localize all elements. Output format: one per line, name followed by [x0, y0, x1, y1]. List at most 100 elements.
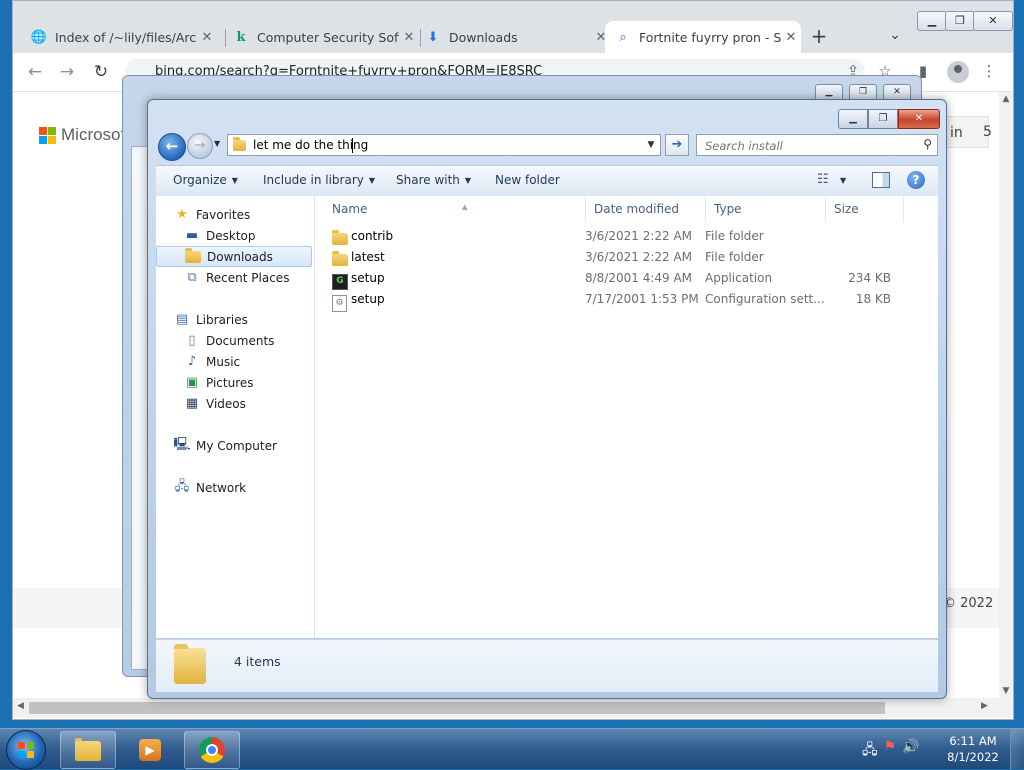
file-type: File folder	[705, 229, 764, 243]
magnifier-icon[interactable]: ⚲	[923, 137, 932, 151]
close-window-button[interactable]: ✕	[973, 11, 1013, 31]
minimize-button[interactable]: ▁	[917, 11, 947, 31]
scroll-thumb[interactable]	[29, 702, 885, 714]
file-size: 18 KB	[855, 292, 891, 306]
star-icon: ★	[176, 207, 188, 222]
column-header-date[interactable]: Date modified	[586, 196, 706, 222]
scroll-down-arrow-icon[interactable]: ▼	[999, 686, 1013, 696]
tab-computer-security[interactable]: k Computer Security Softw ✕	[223, 21, 419, 53]
file-type: File folder	[705, 250, 764, 264]
nav-label: Desktop	[206, 228, 256, 243]
reload-icon[interactable]: ↻	[89, 60, 113, 84]
search-input[interactable]	[703, 136, 907, 156]
search-box[interactable]: ⚲	[696, 134, 938, 156]
scroll-right-arrow-icon[interactable]: ▶	[981, 701, 988, 711]
microsoft-logo[interactable]: Microsoft	[39, 125, 130, 145]
minimize-button[interactable]: ▁	[838, 109, 868, 129]
file-row[interactable]: G setup 8/8/2001 4:49 AM Application 234…	[315, 268, 935, 290]
help-icon[interactable]: ?	[907, 171, 925, 189]
file-date: 7/17/2001 1:53 PM	[585, 292, 699, 306]
file-row[interactable]: latest 3/6/2021 2:22 AM File folder	[315, 247, 935, 268]
restore-button[interactable]: ❐	[868, 109, 898, 129]
tab-label: Index of /~lily/files/Arch	[55, 29, 197, 45]
file-name: setup	[351, 271, 385, 285]
new-tab-button[interactable]: +	[807, 25, 831, 49]
view-options-icon[interactable]: ☷	[817, 172, 833, 188]
taskbar-chrome-button[interactable]	[184, 731, 240, 769]
taskbar: ▶ 🖧 ⚑ 🔊 6:11 AM 8/1/2022	[0, 728, 1024, 770]
go-arrow-button[interactable]: ➔	[665, 134, 689, 156]
scroll-up-arrow-icon[interactable]: ▲	[999, 94, 1013, 104]
clock[interactable]: 6:11 AM 8/1/2022	[942, 733, 1004, 765]
libraries-icon: ▤	[175, 312, 189, 327]
network-icon: 🖧	[174, 478, 190, 494]
taskbar-media-player-button[interactable]: ▶	[122, 731, 178, 769]
chevron-down-icon[interactable]: ▼	[840, 176, 846, 185]
search-icon: ⌕	[619, 29, 627, 45]
windows-logo-icon	[18, 742, 34, 758]
network-status-icon[interactable]: 🖧	[862, 739, 878, 763]
scroll-left-arrow-icon[interactable]: ◀	[17, 701, 24, 711]
desktop-icon: ▬	[185, 228, 199, 243]
nav-label: Documents	[206, 333, 275, 348]
nav-libraries[interactable]: ▤ Libraries	[174, 309, 330, 330]
organize-button[interactable]: Organize ▼	[173, 173, 238, 187]
sort-arrow-icon: ▲	[462, 203, 468, 211]
back-arrow-icon[interactable]: ←	[23, 60, 47, 84]
address-text: let me do the thing	[253, 138, 369, 152]
close-window-button[interactable]: ✕	[898, 109, 940, 129]
share-with-button[interactable]: Share with ▼	[396, 173, 471, 187]
nav-downloads[interactable]: Downloads	[156, 246, 312, 267]
address-dropdown-icon[interactable]: ▼	[642, 135, 660, 155]
address-bar[interactable]: let me do the thing ▼	[227, 134, 661, 156]
nav-network[interactable]: 🖧 Network	[174, 477, 330, 498]
tab-index-lily[interactable]: 🌐 Index of /~lily/files/Arch ✕	[21, 21, 217, 53]
column-header-size[interactable]: Size	[826, 196, 904, 222]
organize-label: Organize	[173, 173, 227, 187]
forward-arrow-icon[interactable]: →	[187, 133, 213, 159]
column-label: Date modified	[594, 202, 680, 216]
close-icon[interactable]: ✕	[197, 30, 217, 45]
recent-locations-chevron-icon[interactable]: ▼	[214, 139, 220, 148]
horizontal-scrollbar[interactable]: ◀ ▶	[13, 698, 1013, 718]
rewards-count[interactable]: 5	[983, 124, 992, 140]
explorer-body: ★ Favorites ▬ Desktop Downloads ⧉ Recent…	[156, 196, 938, 638]
restore-button[interactable]: ❐	[945, 11, 975, 31]
nav-label: Videos	[206, 396, 246, 411]
folder-icon	[332, 250, 348, 266]
tab-bing-search[interactable]: ⌕ Fortnite fuyrry pron - S ✕	[605, 21, 801, 53]
new-folder-button[interactable]: New folder	[495, 173, 560, 187]
action-center-flag-icon[interactable]: ⚑	[884, 739, 897, 763]
kebab-menu-icon[interactable]: ⋮	[979, 62, 999, 82]
globe-icon: 🌐	[30, 29, 48, 45]
nav-my-computer[interactable]: 🖳 My Computer	[173, 435, 330, 456]
column-header-name[interactable]: Name ▲	[324, 196, 586, 222]
back-arrow-icon[interactable]: ←	[158, 133, 186, 161]
tab-downloads[interactable]: ⬇ Downloads ✕	[415, 21, 611, 53]
file-type: Application	[705, 271, 773, 285]
tab-search-chevron-icon[interactable]: ⌄	[885, 27, 905, 47]
music-icon: ♪	[187, 354, 197, 369]
file-date: 3/6/2021 2:22 AM	[585, 250, 693, 264]
file-row[interactable]: ⚙ setup 7/17/2001 1:53 PM Configuration …	[315, 289, 935, 312]
computer-icon: 🖳	[173, 436, 191, 452]
column-header-type[interactable]: Type	[706, 196, 826, 222]
show-desktop-button[interactable]	[1010, 729, 1024, 769]
include-in-library-button[interactable]: Include in library ▼	[263, 173, 375, 187]
details-pane: 4 items	[156, 639, 938, 692]
nav-label: My Computer	[196, 438, 277, 453]
file-row[interactable]: contrib 3/6/2021 2:22 AM File folder	[315, 226, 935, 247]
taskbar-explorer-button[interactable]	[60, 731, 116, 769]
column-label: Name	[332, 202, 368, 216]
system-tray: 🖧 ⚑ 🔊	[862, 739, 920, 763]
close-icon[interactable]: ✕	[781, 30, 801, 45]
folder-icon	[174, 644, 206, 684]
share-label: Share with	[396, 173, 460, 187]
profile-avatar[interactable]	[947, 61, 969, 83]
nav-favorites[interactable]: ★ Favorites	[174, 204, 330, 225]
forward-arrow-icon[interactable]: →	[55, 60, 79, 84]
vertical-scrollbar[interactable]: ▲ ▼	[999, 92, 1013, 698]
start-button[interactable]	[6, 730, 46, 770]
volume-icon[interactable]: 🔊	[902, 739, 919, 763]
preview-pane-icon[interactable]	[872, 172, 890, 188]
